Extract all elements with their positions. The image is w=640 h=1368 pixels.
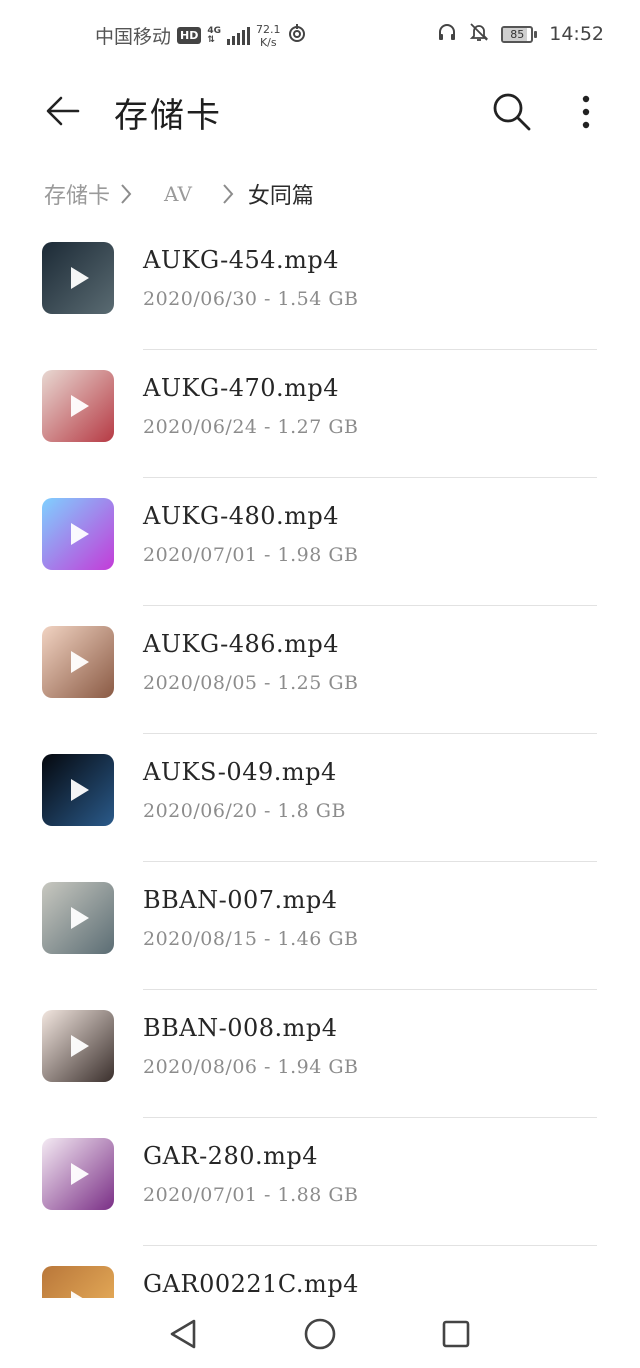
search-button[interactable] <box>488 88 536 136</box>
data-arrows-icon: ⇅ <box>207 34 215 45</box>
back-button[interactable] <box>40 88 86 134</box>
status-time: 14:52 <box>549 23 604 45</box>
video-thumbnail <box>42 1138 114 1210</box>
file-meta: 2020/07/01 - 1.88 GB <box>143 1184 359 1206</box>
mute-bell-icon <box>469 22 489 46</box>
page-title: 存储卡 <box>114 96 222 136</box>
arrow-left-icon <box>46 96 80 126</box>
signal-icon <box>227 26 251 45</box>
file-name: AUKG-480.mp4 <box>143 502 340 530</box>
breadcrumb-item-root[interactable]: 存储卡 <box>44 178 110 210</box>
headset-icon <box>437 22 457 46</box>
chevron-right-icon <box>120 183 132 205</box>
file-item[interactable]: AUKG-470.mp4 2020/06/24 - 1.27 GB <box>0 350 640 478</box>
file-list: AUKG-454.mp4 2020/06/30 - 1.54 GB AUKG-470… <box>0 222 640 1298</box>
status-right: 85 14:52 <box>437 22 604 46</box>
video-thumbnail <box>42 626 114 698</box>
file-item[interactable]: BBAN-008.mp4 2020/08/06 - 1.94 GB <box>0 990 640 1118</box>
file-meta: 2020/06/30 - 1.54 GB <box>143 288 359 310</box>
hd-badge: HD <box>177 27 202 44</box>
file-name: AUKG-470.mp4 <box>143 374 340 402</box>
speed-value: 72.1 <box>256 22 281 36</box>
file-meta: 2020/08/15 - 1.46 GB <box>143 928 359 950</box>
battery-icon: 85 <box>501 25 538 43</box>
file-meta: 2020/06/20 - 1.8 GB <box>143 800 346 822</box>
file-meta: 2020/07/01 - 1.98 GB <box>143 544 359 566</box>
file-item[interactable]: AUKG-480.mp4 2020/07/01 - 1.98 GB <box>0 478 640 606</box>
more-options-button[interactable] <box>566 88 606 136</box>
more-vertical-icon <box>582 95 590 129</box>
play-icon <box>71 907 89 929</box>
search-icon <box>493 93 531 131</box>
app-bar: 存储卡 <box>0 74 640 150</box>
speed-unit: K/s <box>259 35 277 49</box>
video-thumbnail <box>42 882 114 954</box>
file-name: AUKG-454.mp4 <box>143 246 340 274</box>
network-type: 4G ⇅ <box>207 26 221 45</box>
file-item[interactable]: GAR00221C.mp4 <box>0 1246 640 1298</box>
file-item[interactable]: GAR-280.mp4 2020/07/01 - 1.88 GB <box>0 1118 640 1246</box>
file-name: BBAN-008.mp4 <box>143 1014 338 1042</box>
file-name: GAR00221C.mp4 <box>143 1270 359 1298</box>
nav-recents-button[interactable] <box>438 1316 474 1352</box>
status-bar: 中国移动 HD 4G ⇅ 72.1 K/s 85 14:52 <box>0 0 640 74</box>
chevron-right-icon <box>222 183 234 205</box>
square-recents-icon <box>442 1320 470 1348</box>
play-icon <box>71 395 89 417</box>
play-icon <box>71 1163 89 1185</box>
video-thumbnail <box>42 754 114 826</box>
nav-back-button[interactable] <box>165 1316 201 1352</box>
breadcrumb: 存储卡 AV 女同篇 <box>44 174 314 214</box>
file-item[interactable]: AUKG-486.mp4 2020/08/05 - 1.25 GB <box>0 606 640 734</box>
file-meta: 2020/08/06 - 1.94 GB <box>143 1056 359 1078</box>
carrier-name: 中国移动 <box>95 26 172 48</box>
play-icon <box>71 779 89 801</box>
play-icon <box>71 651 89 673</box>
breadcrumb-item-current: 女同篇 <box>247 184 314 209</box>
play-icon <box>71 523 89 545</box>
network-speed: 72.1 K/s <box>256 23 281 49</box>
video-thumbnail <box>42 1266 114 1298</box>
nav-home-button[interactable] <box>302 1316 338 1352</box>
file-name: AUKG-486.mp4 <box>143 630 340 658</box>
breadcrumb-item-av[interactable]: AV <box>164 182 192 206</box>
file-name: GAR-280.mp4 <box>143 1142 319 1170</box>
system-nav-bar <box>0 1298 640 1368</box>
battery-percent: 85 <box>510 27 525 41</box>
file-name: AUKS-049.mp4 <box>143 758 337 786</box>
play-icon <box>71 1035 89 1057</box>
file-item[interactable]: AUKG-454.mp4 2020/06/30 - 1.54 GB <box>0 222 640 350</box>
video-thumbnail <box>42 370 114 442</box>
video-thumbnail <box>42 498 114 570</box>
play-icon <box>71 1291 83 1298</box>
file-item[interactable]: AUKS-049.mp4 2020/06/20 - 1.8 GB <box>0 734 640 862</box>
file-meta: 2020/08/05 - 1.25 GB <box>143 672 359 694</box>
triangle-back-icon <box>170 1319 196 1349</box>
file-meta: 2020/06/24 - 1.27 GB <box>143 416 359 438</box>
play-icon <box>71 267 89 289</box>
video-thumbnail <box>42 242 114 314</box>
file-name: BBAN-007.mp4 <box>143 886 338 914</box>
circle-home-icon <box>304 1318 336 1350</box>
file-item[interactable]: BBAN-007.mp4 2020/08/15 - 1.46 GB <box>0 862 640 990</box>
hotspot-icon <box>287 23 307 48</box>
screen: 中国移动 HD 4G ⇅ 72.1 K/s 85 14:52 存储卡 存储卡 A… <box>0 0 640 1368</box>
status-left: 中国移动 HD 4G ⇅ 72.1 K/s <box>95 22 307 49</box>
video-thumbnail <box>42 1010 114 1082</box>
